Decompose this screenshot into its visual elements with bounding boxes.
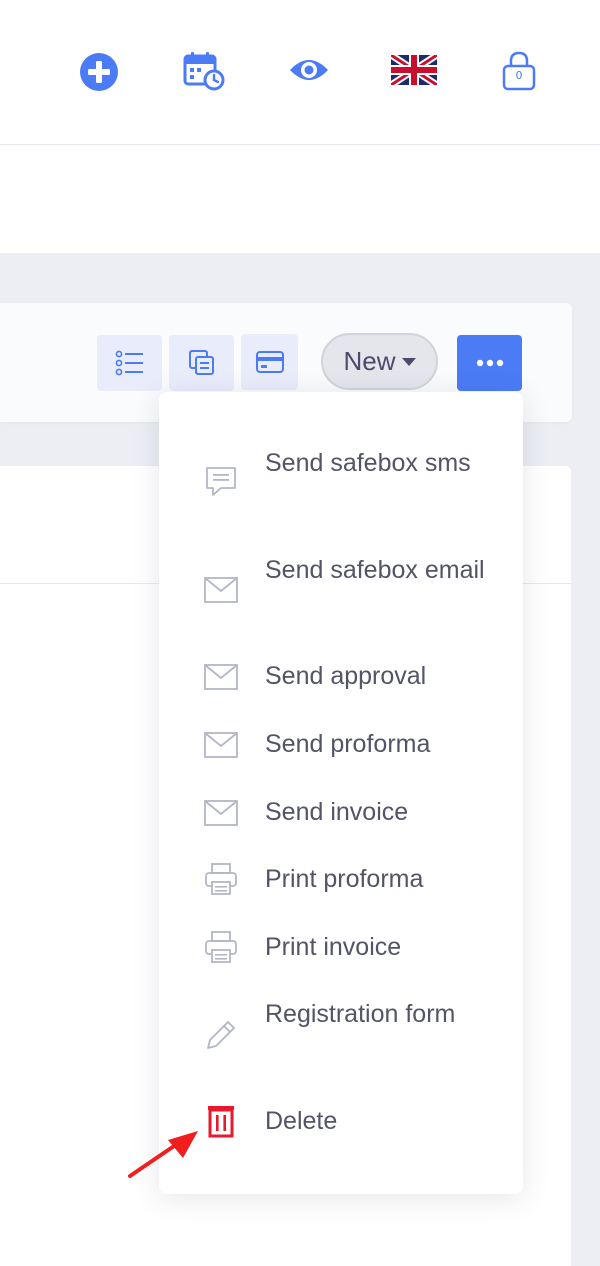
menu-item-send-proforma[interactable]: Send proforma	[159, 725, 523, 765]
uk-flag-icon[interactable]	[391, 55, 437, 85]
menu-item-print-proforma[interactable]: Print proforma	[159, 860, 523, 900]
card-icon	[255, 351, 284, 373]
menu-item-send-safebox-email[interactable]: Send safebox email	[159, 551, 523, 631]
new-button[interactable]: New	[321, 333, 438, 390]
pencil-icon	[203, 1017, 239, 1053]
menu-item-send-safebox-sms[interactable]: Send safebox sms	[159, 444, 523, 524]
menu-item-print-invoice[interactable]: Print invoice	[159, 928, 523, 968]
list-view-button[interactable]	[97, 335, 162, 391]
chevron-down-icon	[401, 357, 416, 366]
annotation-arrow-icon	[128, 1131, 198, 1178]
menu-item-label: Send approval	[265, 662, 427, 690]
message-icon	[203, 464, 239, 500]
menu-item-registration-form[interactable]: Registration form	[159, 995, 523, 1075]
ellipsis-icon	[476, 359, 503, 367]
trash-icon	[203, 1103, 239, 1139]
menu-item-send-invoice[interactable]: Send invoice	[159, 793, 523, 833]
top-header: 0	[0, 0, 600, 145]
envelope-icon	[203, 659, 239, 695]
more-actions-button[interactable]	[457, 335, 522, 391]
envelope-icon	[203, 572, 239, 608]
printer-icon	[203, 861, 239, 897]
menu-item-label: Print proforma	[265, 865, 424, 893]
menu-item-send-approval[interactable]: Send approval	[159, 657, 523, 697]
menu-item-label: Send safebox sms	[265, 449, 471, 477]
copy-icon	[188, 350, 214, 375]
actions-dropdown-menu: Send safebox sms Send safebox email Send…	[159, 392, 523, 1194]
copy-button[interactable]	[169, 335, 234, 391]
menu-item-label: Send proforma	[265, 730, 431, 758]
card-button[interactable]	[241, 334, 298, 390]
list-icon	[115, 350, 143, 376]
new-button-label: New	[343, 346, 396, 376]
menu-item-label: Send invoice	[265, 798, 409, 826]
sub-header	[0, 145, 600, 253]
menu-item-label: Print invoice	[265, 933, 402, 961]
eye-icon[interactable]	[288, 54, 330, 86]
envelope-icon	[203, 795, 239, 831]
menu-item-delete[interactable]: Delete	[159, 1102, 523, 1142]
plus-circle-icon[interactable]	[79, 52, 119, 92]
envelope-icon	[203, 727, 239, 763]
menu-item-label: Delete	[265, 1107, 338, 1135]
lock-icon[interactable]: 0	[501, 50, 537, 92]
menu-item-label: Send safebox email	[265, 556, 485, 584]
menu-item-label: Registration form	[265, 1000, 456, 1028]
lock-badge-count: 0	[515, 69, 523, 82]
calendar-clock-icon[interactable]	[182, 50, 226, 92]
printer-icon	[203, 929, 239, 965]
